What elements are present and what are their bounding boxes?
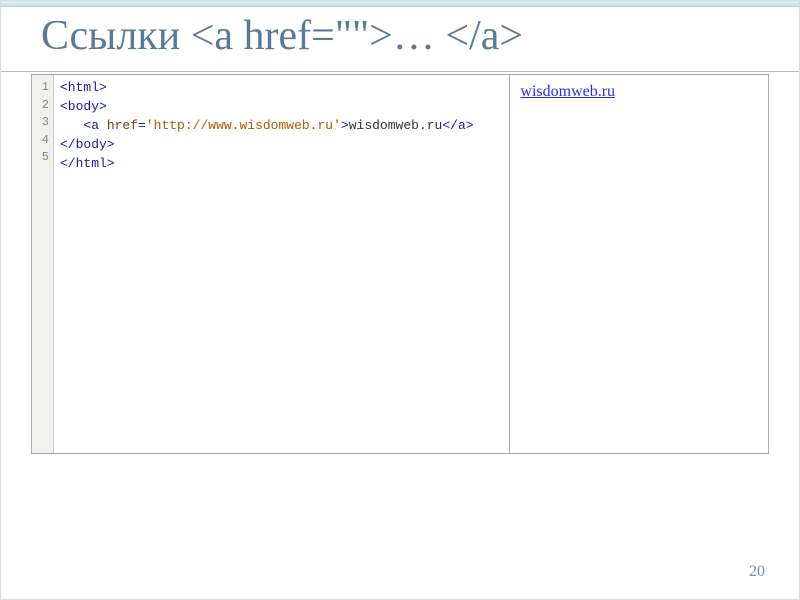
preview-pane: wisdomweb.ru bbox=[510, 75, 768, 453]
slide-title: Ссылки <a href="">… </a> bbox=[1, 1, 799, 72]
attr-href: href bbox=[107, 118, 138, 133]
line-gutter: 1 2 3 4 5 bbox=[32, 75, 54, 453]
tag-close-angle: > bbox=[341, 118, 349, 133]
tag-a-close: </a> bbox=[442, 118, 473, 133]
eq: = bbox=[138, 118, 146, 133]
tag-html-open: <html> bbox=[60, 80, 107, 95]
tag-body-close: </body> bbox=[60, 137, 115, 152]
href-url: http://www.wisdomweb.ru bbox=[154, 118, 333, 133]
anchor-text: wisdomweb.ru bbox=[349, 118, 443, 133]
line-number: 2 bbox=[42, 98, 49, 112]
tag-body-open: <body> bbox=[60, 99, 107, 114]
line-number: 5 bbox=[42, 150, 49, 164]
code-block: <html> <body> <a href='http://www.wisdom… bbox=[54, 75, 509, 453]
preview-link[interactable]: wisdomweb.ru bbox=[520, 83, 615, 100]
line-number: 4 bbox=[42, 133, 49, 147]
content-area: 1 2 3 4 5 <html> <body> <a href='http://… bbox=[31, 74, 769, 454]
tag-html-close: </html> bbox=[60, 156, 115, 171]
line-number: 3 bbox=[42, 115, 49, 129]
code-pane: 1 2 3 4 5 <html> <body> <a href='http://… bbox=[32, 75, 510, 453]
quote-close: ' bbox=[333, 118, 341, 133]
accent-line bbox=[1, 1, 799, 7]
indent bbox=[60, 118, 83, 133]
line-number: 1 bbox=[42, 80, 49, 94]
quote-open: ' bbox=[146, 118, 154, 133]
tag-a-open: <a bbox=[83, 118, 106, 133]
page-number: 20 bbox=[749, 563, 765, 581]
slide: Ссылки <a href="">… </a> 1 2 3 4 5 <html… bbox=[0, 0, 800, 600]
